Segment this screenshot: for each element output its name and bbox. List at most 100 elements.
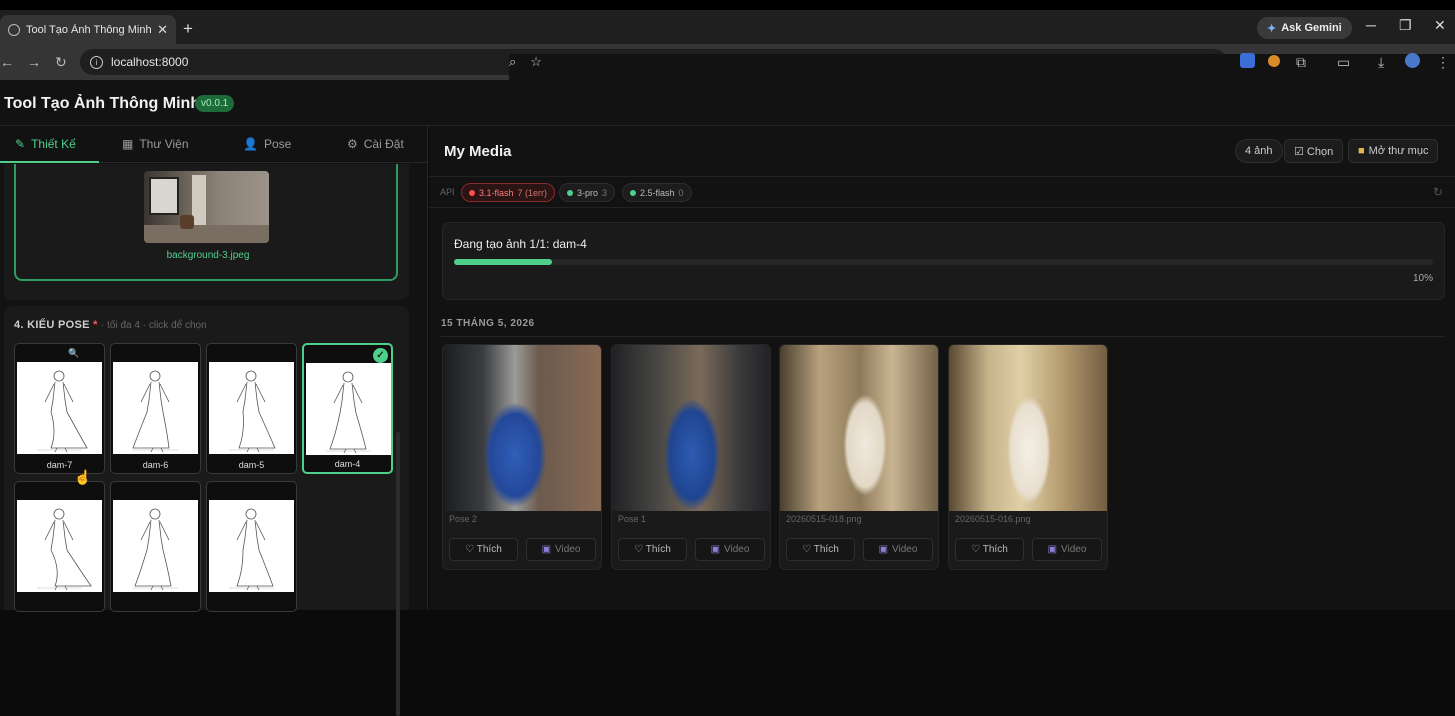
media-card[interactable]: 20260515-018.png ♡ Thích ▣ Video xyxy=(779,344,939,570)
browser-tab[interactable]: Tool Tạo Ảnh Thông Minh v0.0. ✕ xyxy=(0,15,176,44)
video-icon: ▣ xyxy=(1047,544,1058,555)
video-label: Video xyxy=(555,544,581,555)
window-maximize-icon[interactable]: ❐ xyxy=(1399,17,1412,34)
thumb-window xyxy=(149,177,179,215)
cookie-extension-icon[interactable] xyxy=(1268,55,1280,67)
pose-label: dam-5 xyxy=(238,460,265,470)
media-name: 20260515-018.png xyxy=(786,514,862,524)
progress-track xyxy=(454,259,1433,265)
browser-tab-bar: Tool Tạo Ảnh Thông Minh v0.0. ✕ + xyxy=(0,10,1455,44)
select-button[interactable]: ☑ Chọn xyxy=(1284,139,1344,163)
status-dot-icon xyxy=(630,189,636,196)
pose-section-title: 4. KIỂU POSE * · tối đa 4 · click để chọ… xyxy=(14,319,207,331)
tab-pose[interactable]: 👤 Pose xyxy=(243,137,291,151)
pose-card[interactable] xyxy=(206,481,297,612)
left-scrollbar[interactable] xyxy=(396,432,400,716)
api-chip-name: 3.1-flash xyxy=(479,187,514,198)
api-chip[interactable]: 3-pro 3 xyxy=(559,183,616,202)
version-badge: v0.0.1 xyxy=(195,95,235,112)
generation-progress: Đang tạo ảnh 1/1: dam-4 10% xyxy=(442,222,1445,300)
like-button[interactable]: ♡ Thích xyxy=(786,538,855,561)
tab-close-icon[interactable]: ✕ xyxy=(157,22,168,38)
generated-image[interactable] xyxy=(780,345,938,511)
thumb-chair xyxy=(180,215,194,229)
api-chip-name: 2.5-flash xyxy=(640,187,675,198)
media-card[interactable]: 20260515-016.png ♡ Thích ▣ Video xyxy=(948,344,1108,570)
video-button[interactable]: ▣ Video xyxy=(863,538,933,561)
pencil-icon: ✎ xyxy=(15,137,26,151)
profile-avatar[interactable] xyxy=(1405,53,1420,68)
generated-image[interactable] xyxy=(949,345,1107,511)
ask-gemini-button[interactable]: ✦ Ask Gemini xyxy=(1257,17,1352,39)
tab-thiet-ke[interactable]: ✎ Thiết Kế xyxy=(15,137,76,151)
open-folder-button[interactable]: ■ Mở thư mục xyxy=(1348,139,1439,163)
pose-card[interactable] xyxy=(14,481,105,612)
like-button[interactable]: ♡ Thích xyxy=(955,538,1024,561)
status-dot-icon xyxy=(469,189,475,196)
open-folder-label: Mở thư mục xyxy=(1368,145,1429,157)
api-chip[interactable]: 2.5-flash 0 xyxy=(622,183,692,202)
tab-label: Thiết Kế xyxy=(31,137,76,151)
window-minimize-icon[interactable]: ─ xyxy=(1366,17,1376,33)
side-panel-icon[interactable]: ▭ xyxy=(1337,54,1350,71)
browser-menu-icon[interactable]: ⋮ xyxy=(1436,54,1450,71)
forward-arrow-icon[interactable]: → xyxy=(27,54,41,70)
zoom-icon[interactable]: 🔍 xyxy=(68,348,79,359)
video-button[interactable]: ▣ Video xyxy=(526,538,596,561)
api-status-bar: API 3.1-flash 7 (1err) 3-pro 3 2.5-flash 0 ↻ xyxy=(429,176,1455,208)
pose-label: dam-4 xyxy=(334,459,361,469)
window-close-icon[interactable]: ✕ xyxy=(1434,17,1446,34)
pose-card[interactable]: dam-4 ✓ xyxy=(302,343,393,474)
thumb-floor xyxy=(144,225,269,243)
video-button[interactable]: ▣ Video xyxy=(695,538,765,561)
api-chip-count: 3 xyxy=(602,187,608,198)
tab-label: Pose xyxy=(263,137,292,151)
refresh-icon[interactable]: ↻ xyxy=(1433,185,1443,199)
background-selected-frame[interactable]: background-3.jpeg xyxy=(14,164,398,281)
api-chip[interactable]: 3.1-flash 7 (1err) xyxy=(461,183,556,202)
browser-toolbar: ← → ↻ i localhost:8000 ⌕ ☆ xyxy=(0,44,1455,538)
video-label: Video xyxy=(724,544,750,555)
address-bar[interactable]: i localhost:8000 ⌕ ☆ xyxy=(80,49,1455,538)
video-button[interactable]: ▣ Video xyxy=(1032,538,1102,561)
pose-label: dam-6 xyxy=(142,460,169,470)
media-card[interactable]: Pose 2 ♡ Thích ▣ Video xyxy=(442,344,602,570)
pose-card[interactable]: dam-5 xyxy=(206,343,297,474)
app-header: Tool Tạo Ảnh Thông Minh v0.0.1 xyxy=(0,80,1455,126)
media-name: Pose 1 xyxy=(618,514,647,524)
tab-thu-vien[interactable]: ▦ Thư Viện xyxy=(122,137,189,151)
video-label: Video xyxy=(892,544,918,555)
like-button[interactable]: ♡ Thích xyxy=(618,538,687,561)
pose-card[interactable]: dam-7 🔍 xyxy=(14,343,105,474)
pose-card[interactable] xyxy=(110,481,201,612)
tab-cai-dat[interactable]: ⚙ Cài Đặt xyxy=(347,137,404,151)
url-text: localhost:8000 xyxy=(111,55,189,69)
reload-icon[interactable]: ↻ xyxy=(55,54,67,71)
tab-label: Thư Viện xyxy=(139,137,189,151)
pose-sketch xyxy=(17,500,102,592)
mouse-cursor-icon: ☝ xyxy=(74,469,92,485)
active-tab-indicator xyxy=(0,161,99,163)
translate-extension-icon[interactable] xyxy=(1240,53,1255,68)
extensions-puzzle-icon[interactable]: ⧉ xyxy=(1296,54,1306,71)
api-label: API xyxy=(440,187,455,197)
progress-fill xyxy=(454,259,552,265)
left-panel: ✎ Thiết Kế ▦ Thư Viện 👤 Pose ⚙ Cài Đặt b… xyxy=(0,126,428,716)
pose-sketch xyxy=(113,500,198,592)
left-tabs: ✎ Thiết Kế ▦ Thư Viện 👤 Pose ⚙ Cài Đặt xyxy=(0,126,428,163)
generated-image[interactable] xyxy=(612,345,770,511)
generated-image[interactable] xyxy=(443,345,601,511)
media-card[interactable]: Pose 1 ♡ Thích ▣ Video xyxy=(611,344,771,570)
site-info-icon[interactable]: i xyxy=(90,55,103,69)
media-count-badge: 4 ảnh xyxy=(1235,139,1283,163)
like-button[interactable]: ♡ Thích xyxy=(449,538,518,561)
background-thumbnail[interactable] xyxy=(144,171,269,243)
gallery-icon: ▦ xyxy=(122,137,134,151)
api-chip-count: 7 (1err) xyxy=(517,187,548,198)
new-tab-button[interactable]: + xyxy=(183,19,193,39)
back-arrow-icon[interactable]: ← xyxy=(0,54,14,70)
date-group-header: 15 THÁNG 5, 2026 xyxy=(441,318,535,329)
globe-icon xyxy=(8,23,20,36)
pose-card[interactable]: dam-6 xyxy=(110,343,201,474)
download-icon[interactable]: ⤓ xyxy=(1378,54,1384,71)
